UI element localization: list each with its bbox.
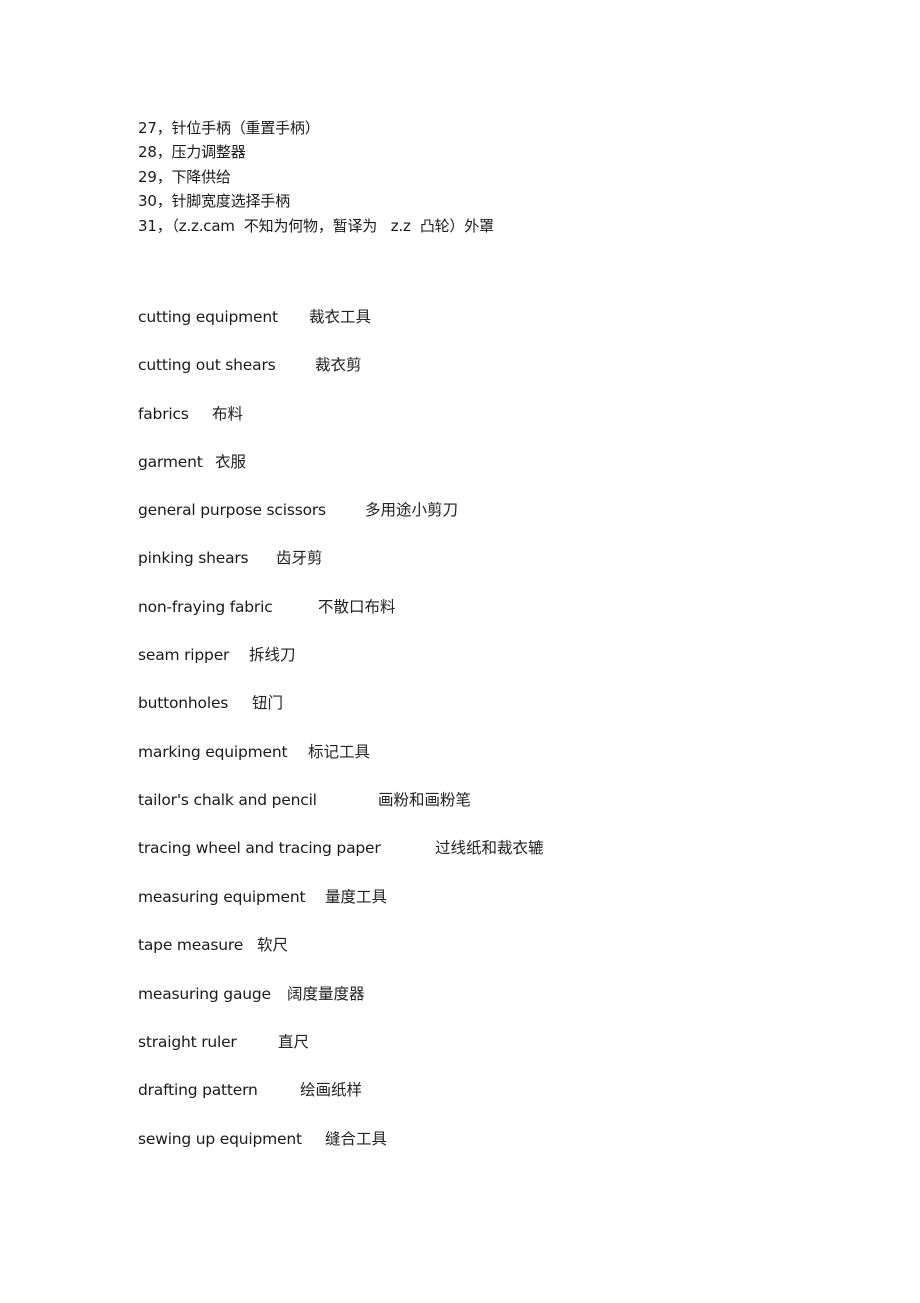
- chinese-term: 直尺: [278, 1033, 310, 1051]
- chinese-term: 衣服: [215, 453, 247, 471]
- chinese-term: 缝合工具: [325, 1130, 388, 1148]
- item-text: ，针脚宽度选择手柄: [156, 192, 290, 210]
- english-term: fabrics: [138, 405, 189, 423]
- chinese-term: 标记工具: [308, 743, 371, 761]
- chinese-term: 不散口布料: [318, 598, 396, 616]
- chinese-term: 齿牙剪: [276, 549, 323, 567]
- list-item: 28，压力调整器: [138, 142, 246, 162]
- item-text: ，压力调整器: [156, 143, 246, 161]
- english-term: straight ruler: [138, 1033, 237, 1051]
- chinese-term: 阔度量度器: [287, 985, 365, 1003]
- english-term: cutting equipment: [138, 308, 278, 326]
- english-term: tailor's chalk and pencil: [138, 791, 317, 809]
- english-term: non-fraying fabric: [138, 598, 273, 616]
- english-term: cutting out shears: [138, 356, 276, 374]
- item-text: ，针位手柄（重置手柄）: [156, 119, 320, 137]
- english-term: garment: [138, 453, 203, 471]
- chinese-term: 多用途小剪刀: [365, 501, 459, 519]
- list-item: 30，针脚宽度选择手柄: [138, 191, 290, 211]
- chinese-term: 布料: [212, 405, 244, 423]
- chinese-term: 量度工具: [325, 888, 388, 906]
- item-text: ，（z.z.cam 不知为何物，暂译为 z.z 凸轮）外罩: [156, 217, 494, 235]
- chinese-term: 绘画纸样: [300, 1081, 363, 1099]
- item-number: 27: [138, 119, 157, 137]
- english-term: measuring equipment: [138, 888, 306, 906]
- english-term: seam ripper: [138, 646, 230, 664]
- chinese-term: 过线纸和裁衣辘: [435, 839, 544, 857]
- english-term: tracing wheel and tracing paper: [138, 839, 381, 857]
- item-number: 29: [138, 168, 157, 186]
- list-item: 29，下降供给: [138, 167, 231, 187]
- english-term: sewing up equipment: [138, 1130, 302, 1148]
- item-text: ，下降供给: [156, 168, 231, 186]
- item-number: 28: [138, 143, 157, 161]
- chinese-term: 裁衣剪: [315, 356, 362, 374]
- english-term: tape measure: [138, 936, 244, 954]
- chinese-term: 拆线刀: [249, 646, 296, 664]
- english-term: drafting pattern: [138, 1081, 258, 1099]
- chinese-term: 画粉和画粉笔: [378, 791, 472, 809]
- english-term: pinking shears: [138, 549, 249, 567]
- list-item: 27，针位手柄（重置手柄）: [138, 118, 320, 138]
- english-term: buttonholes: [138, 694, 229, 712]
- item-number: 31: [138, 217, 157, 235]
- list-item: 31，（z.z.cam 不知为何物，暂译为 z.z 凸轮）外罩: [138, 216, 494, 236]
- english-term: general purpose scissors: [138, 501, 326, 519]
- item-number: 30: [138, 192, 157, 210]
- english-term: measuring gauge: [138, 985, 271, 1003]
- english-term: marking equipment: [138, 743, 288, 761]
- chinese-term: 钮门: [252, 694, 284, 712]
- chinese-term: 软尺: [257, 936, 289, 954]
- chinese-term: 裁衣工具: [309, 308, 372, 326]
